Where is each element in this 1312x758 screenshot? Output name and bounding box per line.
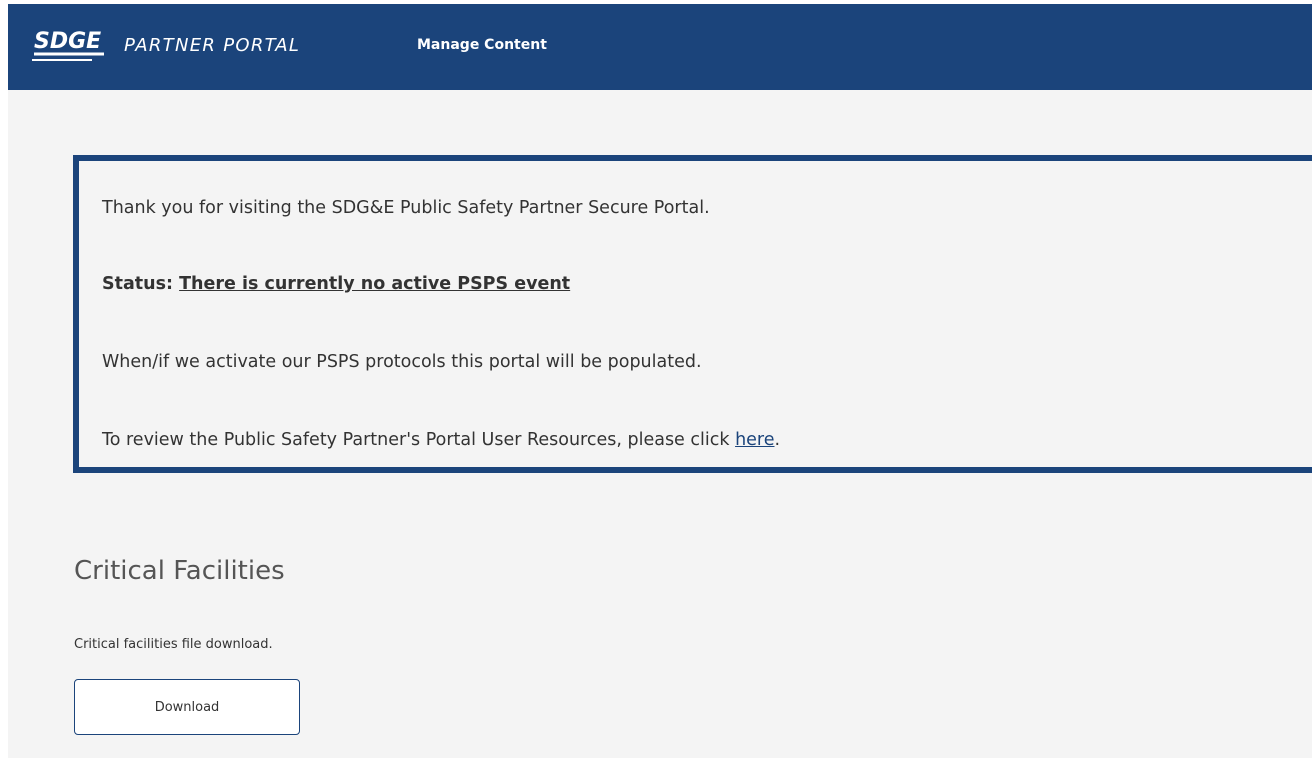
main-content: Thank you for visiting the SDG&E Public …	[8, 90, 1312, 758]
svg-text:SDGE: SDGE	[34, 29, 101, 54]
portal-title: PARTNER PORTAL	[124, 35, 301, 56]
top-nav-bar: SDGE PARTNER PORTAL Manage Content	[8, 4, 1312, 90]
manage-content-link[interactable]: Manage Content	[417, 37, 547, 53]
review-line: To review the Public Safety Partner's Po…	[102, 430, 780, 450]
sdge-logo[interactable]: SDGE	[32, 26, 112, 66]
review-period: .	[774, 430, 781, 450]
critical-facilities-description: Critical facilities file download.	[74, 637, 273, 652]
critical-facilities-heading: Critical Facilities	[74, 556, 285, 586]
page: SDGE PARTNER PORTAL Manage Content Thank…	[0, 0, 1312, 758]
activation-text: When/if we activate our PSPS protocols t…	[102, 352, 702, 372]
here-link[interactable]: here	[735, 430, 774, 450]
status-notice: Thank you for visiting the SDG&E Public …	[73, 155, 1312, 473]
welcome-text: Thank you for visiting the SDG&E Public …	[102, 198, 710, 218]
download-button[interactable]: Download	[74, 679, 300, 735]
status-line: Status: There is currently no active PSP…	[102, 274, 570, 294]
status-value-link[interactable]: There is currently no active PSPS event	[179, 274, 570, 294]
status-label: Status:	[102, 274, 180, 294]
review-text: To review the Public Safety Partner's Po…	[102, 430, 736, 450]
